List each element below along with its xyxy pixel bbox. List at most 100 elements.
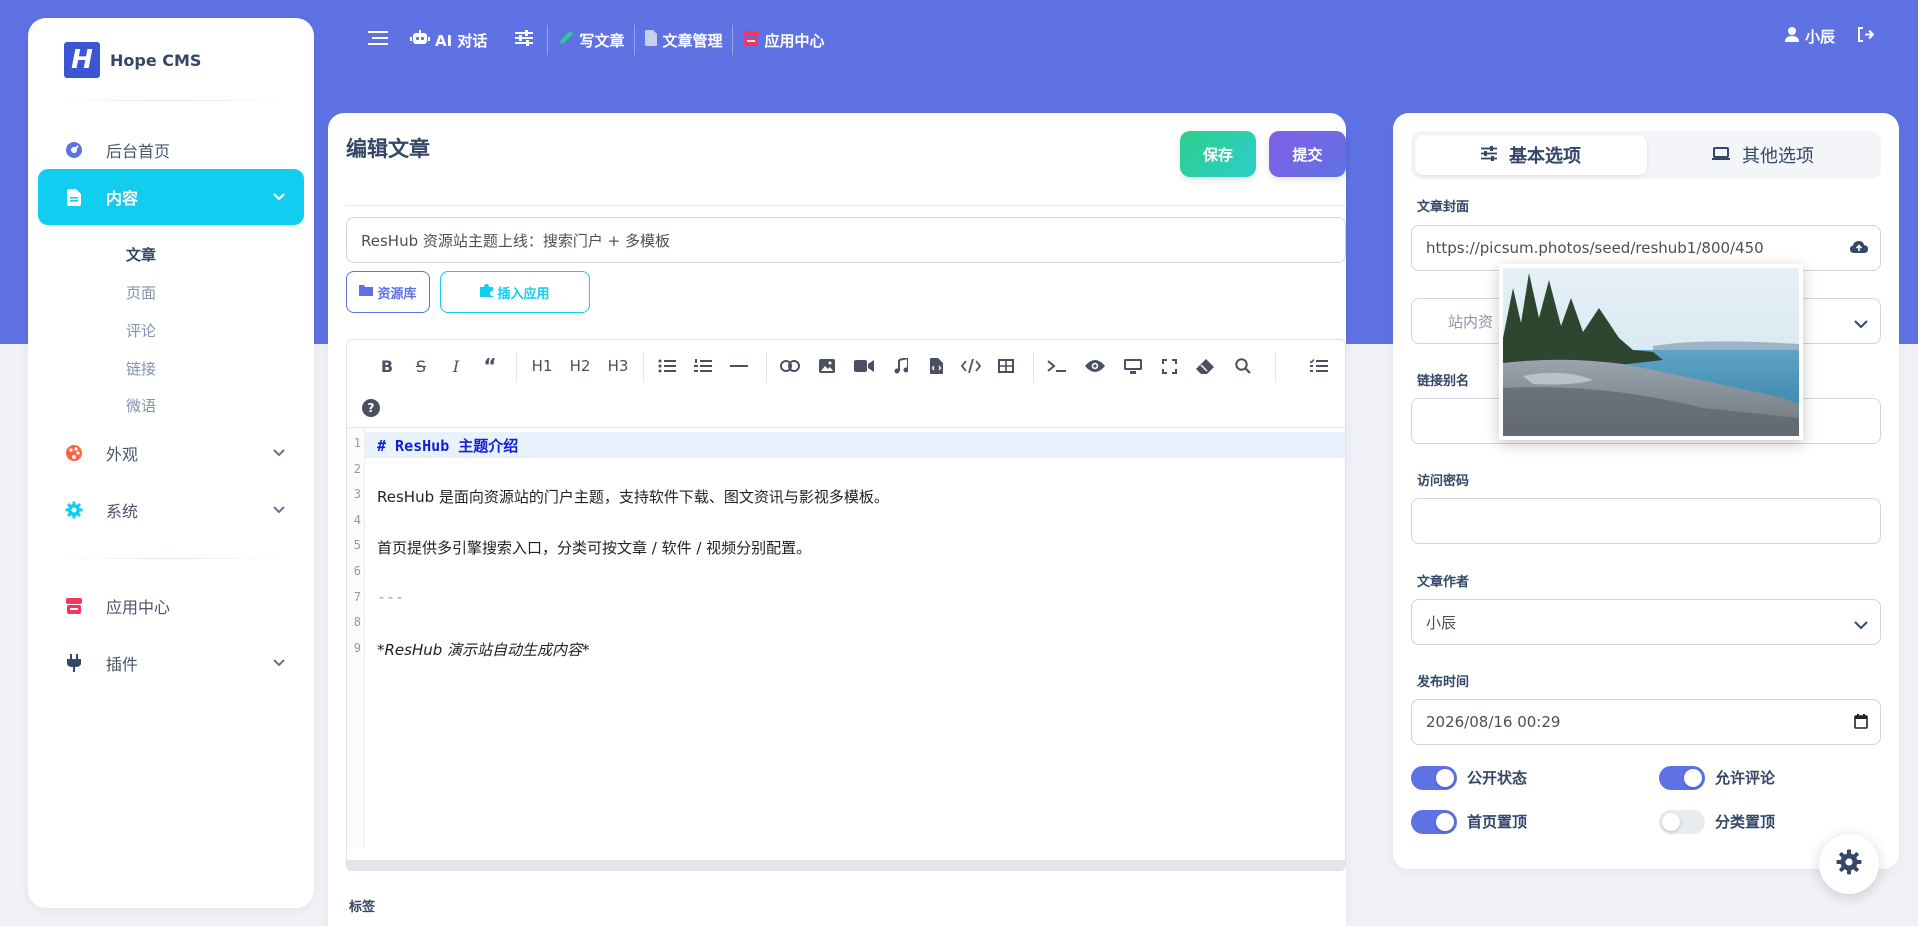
sidebar-sub-links[interactable]: 链接 — [126, 358, 156, 379]
eraser-icon[interactable] — [1189, 350, 1221, 382]
settings-sliders-button[interactable] — [497, 26, 547, 54]
eye-icon[interactable] — [1079, 350, 1111, 382]
strikethrough-icon[interactable]: S — [405, 350, 437, 382]
options-tabs: 基本选项 其他选项 — [1411, 131, 1881, 179]
editor-resize-bar[interactable] — [347, 860, 1345, 870]
allow-comments-toggle[interactable] — [1659, 766, 1705, 790]
heading1-icon[interactable]: H1 — [524, 350, 560, 382]
file-code-icon[interactable] — [920, 350, 952, 382]
cover-label: 文章封面 — [1417, 200, 1470, 215]
ordered-list-icon[interactable] — [687, 350, 719, 382]
tab-other-options[interactable]: 其他选项 — [1647, 135, 1879, 175]
article-manage-link[interactable]: 文章管理 — [635, 26, 732, 54]
music-icon[interactable] — [885, 350, 917, 382]
category-pin-toggle[interactable] — [1659, 810, 1705, 834]
app-center-link[interactable]: 应用中心 — [733, 26, 834, 54]
sidebar-item-content[interactable]: 内容 — [38, 169, 304, 225]
markdown-editor[interactable]: B S I “ H1 H2 H3 ? 1 2 3 4 5 6 7 8 9 # R… — [346, 339, 1346, 871]
file-icon — [645, 30, 658, 50]
fullscreen-icon[interactable] — [1153, 350, 1185, 382]
code-line-italic: *ResHub 演示站自动生成内容* — [377, 641, 590, 659]
sidebar-item-plugins[interactable]: 插件 — [38, 635, 304, 691]
sidebar-item-label: 外观 — [106, 445, 139, 464]
table-of-contents-icon[interactable] — [1303, 350, 1335, 382]
code-icon[interactable] — [955, 350, 987, 382]
code-line: ResHub 是面向资源站的门户主题，支持软件下载、图文资讯与影视多模板。 — [377, 488, 889, 506]
sidebar-item-appearance[interactable]: 外观 — [38, 425, 304, 481]
toggle-knob — [1662, 813, 1680, 831]
horizontal-rule-icon[interactable] — [723, 350, 755, 382]
top-navbar: AI 对话 写文章 文章管理 应用中心 — [358, 25, 834, 55]
palette-dashboard-icon — [64, 140, 84, 160]
settings-fab-button[interactable] — [1819, 834, 1879, 894]
publish-time-input[interactable]: 2026/08/16 00:29 — [1411, 699, 1881, 745]
public-status-label: 公开状态 — [1467, 769, 1528, 787]
sidebar-item-system[interactable]: 系统 — [38, 482, 304, 538]
link-icon[interactable] — [774, 350, 806, 382]
robot-icon — [410, 30, 430, 50]
heading3-icon[interactable]: H3 — [600, 350, 636, 382]
write-article-link[interactable]: 写文章 — [548, 26, 634, 54]
quote-icon[interactable]: “ — [474, 350, 506, 382]
sliders-icon — [515, 30, 534, 50]
author-select[interactable]: 小辰 — [1411, 599, 1881, 645]
divider — [52, 558, 290, 559]
gear-icon — [64, 500, 84, 520]
toggle-knob — [1436, 769, 1454, 787]
password-input[interactable] — [1411, 498, 1881, 544]
code-line-rule: --- — [377, 588, 405, 606]
terminal-icon[interactable] — [1041, 350, 1073, 382]
public-status-toggle[interactable] — [1411, 766, 1457, 790]
resource-library-button[interactable]: 资源库 — [346, 271, 430, 313]
line-number: 6 — [353, 564, 361, 578]
search-icon[interactable] — [1227, 350, 1259, 382]
ai-chat-link[interactable]: AI 对话 — [400, 26, 497, 54]
tab-basic-options[interactable]: 基本选项 — [1415, 135, 1647, 175]
help-icon[interactable]: ? — [355, 392, 387, 424]
chevron-down-icon — [272, 445, 286, 464]
user-profile-link[interactable]: 小辰 — [1784, 26, 1835, 47]
author-value: 小辰 — [1426, 613, 1457, 632]
line-number: 2 — [353, 462, 361, 476]
editor-toolbar: B S I “ H1 H2 H3 ? — [347, 340, 1345, 428]
cloud-upload-icon[interactable] — [1850, 240, 1868, 258]
brand[interactable]: H Hope CMS — [64, 42, 201, 78]
chevron-down-icon — [272, 189, 286, 208]
store-icon — [64, 596, 84, 616]
sidebar-sub-micro[interactable]: 微语 — [126, 395, 156, 416]
insert-app-button[interactable]: 插入应用 — [440, 271, 590, 313]
table-icon[interactable] — [990, 350, 1022, 382]
heading2-icon[interactable]: H2 — [562, 350, 598, 382]
article-title-input[interactable]: ResHub 资源站主题上线：搜索门户 + 多模板 — [346, 217, 1346, 263]
italic-icon[interactable]: I — [440, 350, 472, 382]
cover-image — [1503, 268, 1799, 436]
bold-icon[interactable]: B — [371, 350, 403, 382]
sidebar-sub-comments[interactable]: 评论 — [126, 320, 156, 341]
sidebar-item-app-center[interactable]: 应用中心 — [38, 578, 304, 634]
save-button[interactable]: 保存 — [1180, 131, 1256, 177]
logout-icon[interactable] — [1857, 27, 1875, 46]
cover-url-value: https://picsum.photos/seed/reshub1/800/4… — [1426, 239, 1764, 257]
unordered-list-icon[interactable] — [651, 350, 683, 382]
homepage-pin-toggle[interactable] — [1411, 810, 1457, 834]
calendar-icon[interactable] — [1854, 714, 1868, 733]
line-number: 5 — [353, 538, 361, 552]
alias-label: 链接别名 — [1417, 374, 1470, 389]
divider — [346, 205, 1346, 206]
sidebar-sub-articles[interactable]: 文章 — [126, 244, 156, 265]
code-line-heading: # ResHub 主题介绍 — [377, 437, 519, 455]
user-icon — [1784, 27, 1799, 46]
sidebar-item-label: 系统 — [106, 502, 139, 521]
submit-button[interactable]: 提交 — [1269, 131, 1346, 177]
store-icon — [743, 30, 760, 50]
desktop-preview-icon[interactable] — [1117, 350, 1149, 382]
chevron-down-icon — [1854, 616, 1868, 634]
sidebar-sub-pages[interactable]: 页面 — [126, 282, 156, 303]
document-icon — [64, 187, 84, 207]
video-icon[interactable] — [848, 350, 880, 382]
article-editor-card: 编辑文章 保存 提交 ResHub 资源站主题上线：搜索门户 + 多模板 资源库… — [328, 113, 1346, 926]
menu-toggle-button[interactable] — [358, 26, 400, 54]
article-manage-label: 文章管理 — [662, 31, 723, 50]
image-icon[interactable] — [811, 350, 843, 382]
category-pin-label: 分类置顶 — [1715, 813, 1776, 831]
